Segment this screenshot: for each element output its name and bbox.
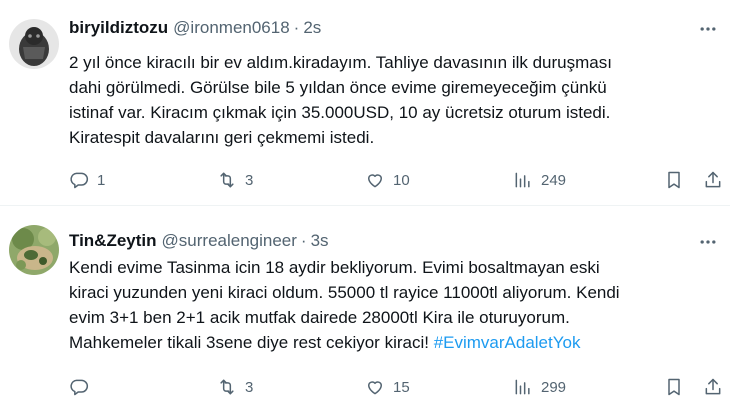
views-count: 249: [541, 171, 567, 189]
tweet-text-line: 2 yıl önce kiracılı bir ev aldım.kiraday…: [69, 53, 612, 72]
user-handle[interactable]: @ironmen0618: [173, 17, 290, 39]
share-button[interactable]: [703, 375, 723, 399]
share-icon: [705, 378, 721, 395]
display-name[interactable]: Tin&Zeytin: [69, 230, 157, 252]
bookmark-button[interactable]: [664, 375, 684, 399]
views-icon: [515, 379, 530, 395]
repost-icon: [220, 379, 234, 395]
separator: ·: [293, 18, 300, 37]
like-count: 15: [393, 378, 410, 396]
more-icon[interactable]: [696, 232, 720, 252]
display-name[interactable]: biryildiztozu: [69, 17, 168, 39]
like-icon: [368, 174, 382, 188]
reply-count: 1: [97, 171, 106, 189]
tweet-text-line: Kiratespit davalarını geri çekmemi isted…: [69, 128, 375, 147]
repost-count: 3: [245, 378, 254, 396]
repost-icon: [220, 172, 234, 188]
reply-button[interactable]: 1: [69, 168, 105, 192]
views-button[interactable]: 249: [513, 168, 566, 192]
tweet-text-line: dahi görülmedi. Görülse bile 5 yıldan ön…: [69, 78, 607, 97]
tweet-text-segment: Mahkemeler tikali 3sene diye rest cekiyo…: [69, 333, 434, 352]
tweet-text: Kendi evime Tasinma icin 18 aydir bekliy…: [69, 255, 719, 355]
tweet-text-line: istinaf var. Kiracım çıkmak için 35.000U…: [69, 103, 611, 122]
tweet-text: 2 yıl önce kiracılı bir ev aldım.kiraday…: [69, 50, 719, 150]
tweet-text-line: Kendi evime Tasinma icin 18 aydir bekliy…: [69, 258, 600, 277]
bookmark-button[interactable]: [664, 168, 684, 192]
more-icon[interactable]: [696, 19, 720, 39]
separator: ·: [300, 231, 307, 250]
tweet-text-line: evim 3+1 ben 2+1 acik mutfak dairede 280…: [69, 308, 570, 327]
like-count: 10: [393, 171, 410, 189]
hashtag-link[interactable]: #EvimvarAdaletYok: [434, 333, 581, 352]
avatar[interactable]: [9, 19, 59, 69]
timestamp[interactable]: 2s: [303, 17, 321, 39]
tweet-text-line: Mahkemeler tikali 3sene diye rest cekiyo…: [69, 330, 719, 355]
bookmark-icon: [668, 171, 680, 189]
share-button[interactable]: [703, 168, 723, 192]
tweet[interactable]: Tin&Zeytin @surrealengineer · 3s Kendi e…: [0, 207, 730, 420]
reply-icon: [70, 172, 89, 189]
repost-button[interactable]: 3: [217, 168, 253, 192]
avatar[interactable]: [9, 225, 59, 275]
timestamp[interactable]: 3s: [311, 230, 329, 252]
reply-icon: [70, 379, 89, 396]
tweet[interactable]: biryildiztozu @ironmen0618 · 2s 2 yıl ön…: [0, 0, 730, 206]
like-icon: [368, 381, 382, 395]
bookmark-icon: [668, 378, 680, 396]
action-bar: 1 3 10 249: [69, 168, 730, 192]
views-icon: [515, 172, 530, 188]
tweet-text-line: kiraci yuzunden yeni kiraci oldum. 55000…: [69, 283, 620, 302]
views-count: 299: [541, 378, 567, 396]
repost-button[interactable]: 3: [217, 375, 253, 399]
reply-button[interactable]: [69, 375, 97, 399]
user-handle[interactable]: @surrealengineer: [162, 230, 297, 252]
like-button[interactable]: 10: [365, 168, 410, 192]
action-bar: 3 15 299: [69, 375, 730, 399]
share-icon: [705, 171, 721, 188]
repost-count: 3: [245, 171, 254, 189]
like-button[interactable]: 15: [365, 375, 410, 399]
views-button[interactable]: 299: [513, 375, 566, 399]
